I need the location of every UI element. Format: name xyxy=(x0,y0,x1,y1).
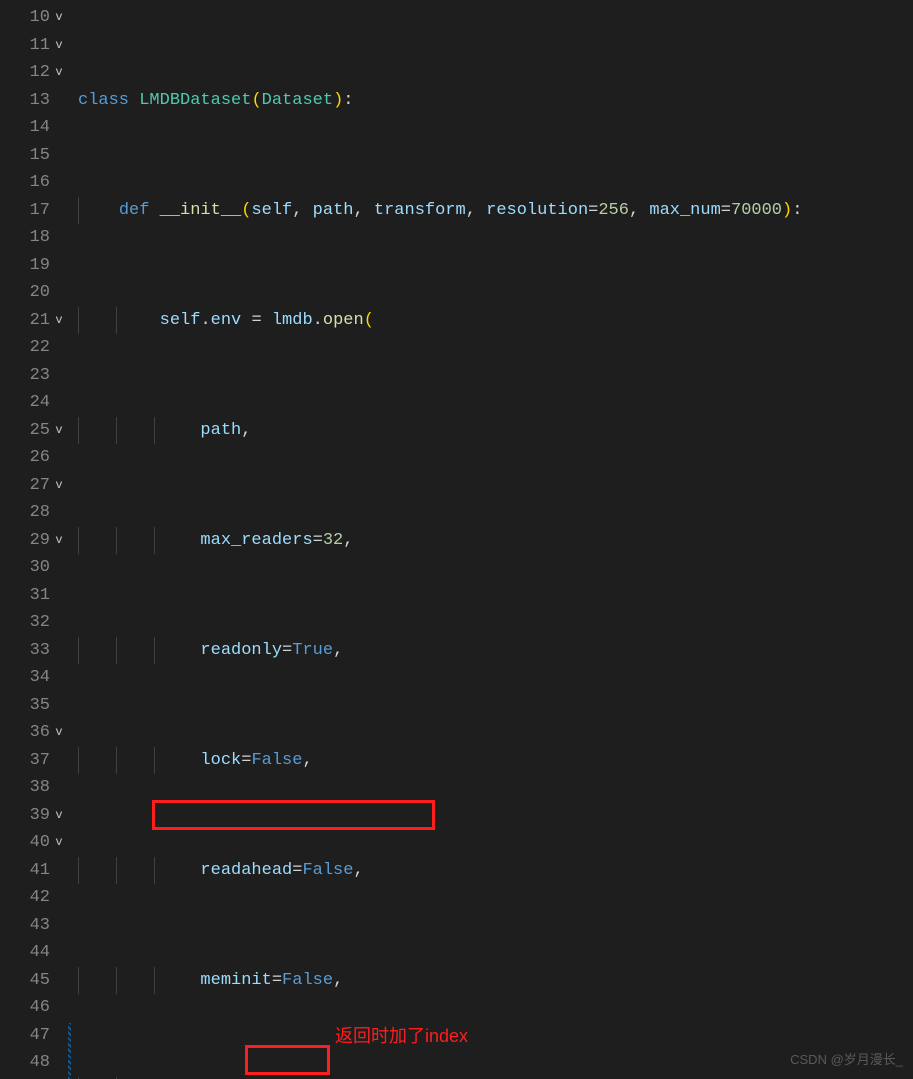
line-number: 33 xyxy=(24,637,50,665)
line-number: 46 xyxy=(24,994,50,1022)
fold-icon[interactable]: v xyxy=(50,417,64,445)
line-number: 23 xyxy=(24,362,50,390)
fold-icon[interactable]: v xyxy=(50,472,64,500)
line-number: 10 xyxy=(24,4,50,32)
code-area[interactable]: class LMDBDataset(Dataset): def __init__… xyxy=(70,0,913,1079)
fold-icon[interactable]: v xyxy=(50,829,64,857)
line-number: 20 xyxy=(24,279,50,307)
line-number: 11 xyxy=(24,32,50,60)
line-number: 41 xyxy=(24,857,50,885)
line-number: 18 xyxy=(24,224,50,252)
line-number: 16 xyxy=(24,169,50,197)
fold-icon[interactable]: v xyxy=(50,802,64,830)
line-number: 32 xyxy=(24,609,50,637)
line-number: 34 xyxy=(24,664,50,692)
line-number: 27 xyxy=(24,472,50,500)
line-number: 36 xyxy=(24,719,50,747)
line-number: 31 xyxy=(24,582,50,610)
line-number: 37 xyxy=(24,747,50,775)
modified-indicator xyxy=(68,1023,71,1079)
code-line[interactable]: readonly=True, xyxy=(70,637,913,665)
line-number: 25 xyxy=(24,417,50,445)
code-line[interactable]: def __init__(self, path, transform, reso… xyxy=(70,197,913,225)
line-number: 24 xyxy=(24,389,50,417)
line-number: 28 xyxy=(24,499,50,527)
fold-icon[interactable]: v xyxy=(50,527,64,555)
line-number: 19 xyxy=(24,252,50,280)
line-number: 26 xyxy=(24,444,50,472)
line-number: 14 xyxy=(24,114,50,142)
gutter: 10v 11v 12v 13 14 15 16 17 18 19 20 21v … xyxy=(0,0,70,1079)
line-number: 29 xyxy=(24,527,50,555)
line-number: 17 xyxy=(24,197,50,225)
line-number: 47 xyxy=(24,1022,50,1050)
fold-icon[interactable]: v xyxy=(50,32,64,60)
code-line[interactable]: meminit=False, xyxy=(70,967,913,995)
fold-icon[interactable]: v xyxy=(50,4,64,32)
line-number: 15 xyxy=(24,142,50,170)
line-number: 43 xyxy=(24,912,50,940)
line-number: 21 xyxy=(24,307,50,335)
fold-icon[interactable]: v xyxy=(50,59,64,87)
fold-icon[interactable]: v xyxy=(50,307,64,335)
line-number: 12 xyxy=(24,59,50,87)
code-line[interactable]: lock=False, xyxy=(70,747,913,775)
fold-icon[interactable]: v xyxy=(50,719,64,747)
line-number: 45 xyxy=(24,967,50,995)
line-number: 40 xyxy=(24,829,50,857)
line-number: 35 xyxy=(24,692,50,720)
code-editor[interactable]: 10v 11v 12v 13 14 15 16 17 18 19 20 21v … xyxy=(0,0,913,1079)
code-line[interactable]: path, xyxy=(70,417,913,445)
line-number: 42 xyxy=(24,884,50,912)
line-number: 48 xyxy=(24,1049,50,1077)
code-line[interactable]: readahead=False, xyxy=(70,857,913,885)
code-line[interactable]: self.env = lmdb.open( xyxy=(70,307,913,335)
line-number: 44 xyxy=(24,939,50,967)
code-line[interactable]: class LMDBDataset(Dataset): xyxy=(70,87,913,115)
line-number: 30 xyxy=(24,554,50,582)
line-number: 13 xyxy=(24,87,50,115)
line-number: 22 xyxy=(24,334,50,362)
code-line[interactable]: max_readers=32, xyxy=(70,527,913,555)
line-number: 38 xyxy=(24,774,50,802)
line-number: 39 xyxy=(24,802,50,830)
